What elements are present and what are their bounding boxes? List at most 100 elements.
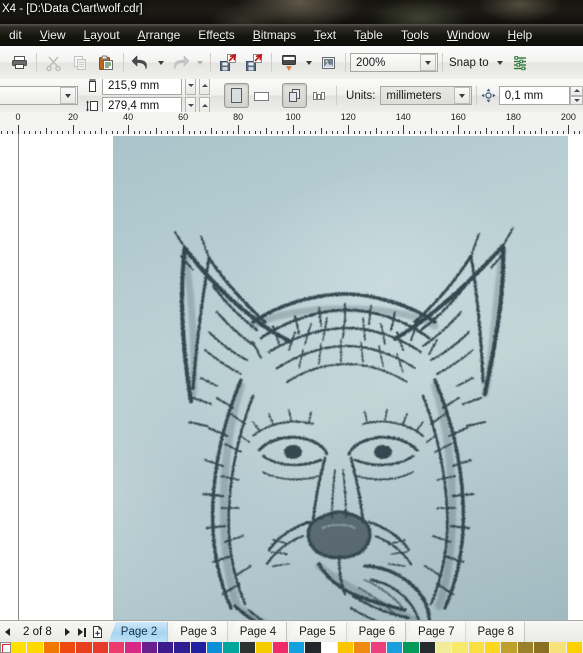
page-tab-8[interactable]: Page 8 — [465, 622, 525, 642]
color-swatch[interactable] — [354, 642, 371, 653]
color-swatch[interactable] — [566, 642, 583, 653]
application-launcher-dropdown-button[interactable] — [302, 50, 315, 76]
page-height-stepper-down[interactable] — [185, 96, 197, 112]
cut-button[interactable] — [41, 50, 67, 76]
color-swatch[interactable] — [256, 642, 273, 653]
page-height-stepper-up[interactable] — [199, 96, 211, 112]
color-swatch[interactable] — [484, 642, 502, 653]
color-swatch[interactable] — [207, 642, 224, 653]
menu-item-text[interactable]: Text — [305, 26, 345, 45]
color-swatch[interactable] — [43, 642, 61, 653]
color-swatch[interactable] — [534, 642, 551, 653]
all-pages-icon — [289, 89, 301, 102]
page-tab-5[interactable]: Page 5 — [287, 622, 347, 642]
corel-connect-button[interactable] — [315, 50, 341, 76]
color-swatch[interactable] — [337, 642, 355, 653]
menu-item-tools[interactable]: Tools — [392, 26, 438, 45]
export-button[interactable] — [241, 50, 267, 76]
zoom-level-combo[interactable]: 200% — [350, 53, 438, 72]
color-swatch[interactable] — [174, 642, 191, 653]
page-width-field[interactable]: 215,9 mm — [102, 79, 183, 95]
apply-current-page-button[interactable] — [307, 83, 332, 108]
undo-dropdown-button[interactable] — [154, 50, 167, 76]
swatch-no-color[interactable] — [0, 642, 11, 653]
snap-options-button[interactable] — [507, 50, 533, 76]
page-height-icon — [86, 100, 99, 111]
color-swatch[interactable] — [125, 642, 142, 653]
copy-button[interactable] — [67, 50, 93, 76]
color-swatch[interactable] — [223, 642, 240, 653]
import-button[interactable] — [215, 50, 241, 76]
color-swatch[interactable] — [419, 642, 436, 653]
application-launcher-button[interactable] — [276, 50, 302, 76]
redo-dropdown-button[interactable] — [193, 50, 206, 76]
orientation-landscape-button[interactable] — [249, 83, 274, 108]
color-swatch[interactable] — [272, 642, 289, 653]
color-swatch[interactable] — [109, 642, 126, 653]
page-width-stepper-up[interactable] — [199, 79, 211, 95]
page-tab-4[interactable]: Page 4 — [227, 622, 288, 642]
color-swatch[interactable] — [321, 642, 338, 653]
print-button[interactable] — [6, 50, 32, 76]
paper-type-dropdown-icon[interactable] — [60, 87, 77, 104]
apply-all-pages-button[interactable] — [282, 83, 308, 108]
zoom-level-dropdown-icon[interactable] — [420, 54, 436, 71]
page-tab-3[interactable]: Page 3 — [168, 622, 228, 642]
page-tab-7[interactable]: Page 7 — [406, 622, 466, 642]
color-swatch[interactable] — [190, 642, 208, 653]
page-width-stepper-down[interactable] — [185, 79, 197, 95]
color-swatch[interactable] — [239, 642, 257, 653]
color-swatch[interactable] — [27, 642, 44, 653]
color-swatch[interactable] — [370, 642, 387, 653]
units-dropdown-icon[interactable] — [453, 87, 470, 104]
snap-to-label: Snap to — [449, 56, 489, 69]
menu-item-layout[interactable]: Layout — [75, 26, 129, 45]
color-swatch[interactable] — [288, 642, 306, 653]
horizontal-ruler[interactable]: 0 20 40 60 80 100 120 140 160 180 200 — [0, 112, 583, 135]
color-swatch[interactable] — [11, 642, 28, 653]
title-bar: X4 - [D:\Data C\art\wolf.cdr] — [0, 0, 583, 24]
orientation-portrait-button[interactable] — [224, 83, 250, 108]
menu-item-effects[interactable]: Effects — [189, 26, 243, 45]
prev-page-button[interactable] — [0, 622, 15, 642]
units-combo[interactable]: millimeters — [380, 86, 472, 105]
color-swatch[interactable] — [550, 642, 567, 653]
color-swatch[interactable] — [386, 642, 404, 653]
color-swatch[interactable] — [501, 642, 518, 653]
wolf-pencil-drawing[interactable] — [113, 136, 568, 620]
menu-item-edit[interactable]: dit — [0, 26, 31, 45]
menu-item-arrange[interactable]: Arrange — [129, 26, 190, 45]
paper-type-combo[interactable] — [0, 86, 79, 105]
snap-to-dropdown-button[interactable] — [494, 50, 507, 76]
undo-button[interactable] — [128, 50, 154, 76]
paste-button[interactable] — [93, 50, 119, 76]
color-swatch[interactable] — [517, 642, 534, 653]
redo-button[interactable] — [167, 50, 193, 76]
color-swatch[interactable] — [141, 642, 159, 653]
menu-item-table[interactable]: Table — [345, 26, 392, 45]
drawing-canvas[interactable] — [0, 134, 583, 620]
color-swatch[interactable] — [158, 642, 175, 653]
color-swatch[interactable] — [60, 642, 77, 653]
menu-item-help[interactable]: Help — [499, 26, 542, 45]
color-swatch[interactable] — [403, 642, 420, 653]
next-page-button[interactable] — [60, 622, 75, 642]
page-tab-label: Page 3 — [180, 626, 217, 638]
page-tab-6[interactable]: Page 6 — [346, 622, 407, 642]
paste-icon — [99, 55, 113, 70]
page-height-field[interactable]: 279,4 mm — [102, 96, 183, 112]
menu-item-bitmaps[interactable]: Bitmaps — [244, 26, 305, 45]
color-swatch[interactable] — [76, 642, 93, 653]
add-page-button[interactable] — [90, 622, 105, 642]
color-swatch[interactable] — [452, 642, 469, 653]
page-tab-2[interactable]: Page 2 — [108, 622, 169, 642]
menu-item-view[interactable]: View — [31, 26, 75, 45]
color-swatch[interactable] — [305, 642, 322, 653]
nudge-offset-field[interactable]: 0,1 mm — [498, 86, 571, 105]
color-swatch[interactable] — [435, 642, 453, 653]
color-swatch[interactable] — [468, 642, 485, 653]
color-swatch[interactable] — [92, 642, 110, 653]
menu-item-window[interactable]: Window — [438, 26, 499, 45]
nudge-offset-stepper[interactable] — [570, 86, 583, 105]
last-page-button[interactable] — [75, 622, 90, 642]
